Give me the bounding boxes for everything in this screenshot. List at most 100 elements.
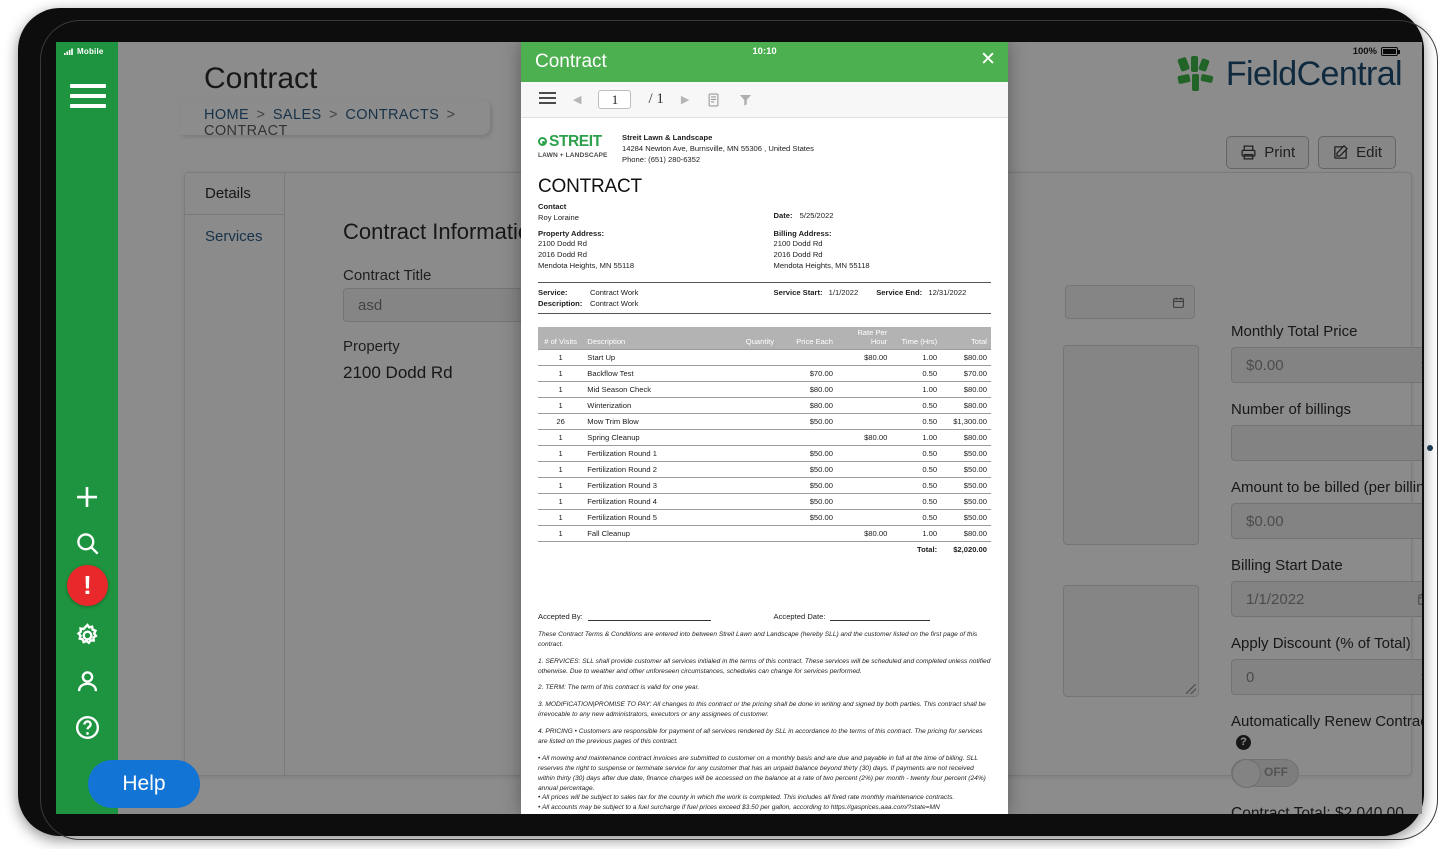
- terms-paragraph: 2. TERM: The term of this contract is va…: [538, 683, 991, 693]
- document-pages-icon[interactable]: [706, 92, 721, 108]
- cell-description: Fertilization Round 5: [583, 509, 719, 525]
- table-row: 1Fertilization Round 5$50.000.50$50.00: [538, 509, 991, 525]
- col-time-hrs: Time (Hrs): [891, 327, 941, 349]
- col-total: Total: [941, 327, 991, 349]
- table-row: 26Mow Trim Blow$50.000.50$1,300.00: [538, 413, 991, 429]
- user-icon: [74, 668, 101, 695]
- total-label: Total:: [891, 541, 941, 557]
- cell-visits: 1: [538, 429, 583, 445]
- service-start-value: 1/1/2022: [829, 288, 859, 297]
- cell-quantity: [719, 445, 778, 461]
- accepted-by-line[interactable]: [588, 613, 711, 621]
- menu-hamburger-icon[interactable]: [70, 84, 106, 110]
- cell-description: Mid Season Check: [583, 381, 719, 397]
- cell-rate-per-hour: [837, 413, 891, 429]
- cell-total: $80.00: [941, 381, 991, 397]
- alert-exclamation-icon: !: [83, 572, 92, 598]
- cell-quantity: [719, 525, 778, 541]
- company-phone: Phone: (651) 280-6352: [622, 154, 814, 165]
- cell-time-hrs: 0.50: [891, 397, 941, 413]
- cell-description: Fertilization Round 4: [583, 493, 719, 509]
- table-row: 1Start Up$80.001.00$80.00: [538, 349, 991, 365]
- table-row: 1Fertilization Round 3$50.000.50$50.00: [538, 477, 991, 493]
- sidebar-item-account[interactable]: [67, 661, 107, 701]
- cell-rate-per-hour: [837, 397, 891, 413]
- sidebar-item-help[interactable]: [67, 707, 107, 747]
- billing-address-line-3: Mendota Heights, MN 55118: [774, 261, 991, 272]
- cell-time-hrs: 0.50: [891, 445, 941, 461]
- pdf-document-scroll[interactable]: STREIT LAWN + LANDSCAPE Streit Lawn & La…: [521, 118, 1008, 814]
- terms-paragraph: These Contract Terms & Conditions are en…: [538, 630, 991, 650]
- table-row: 1Spring Cleanup$80.001.00$80.00: [538, 429, 991, 445]
- col-description: Description: [583, 327, 719, 349]
- cell-price-each: $80.00: [778, 381, 837, 397]
- cell-visits: 1: [538, 381, 583, 397]
- terms-paragraph: • Payments made via credit card that exc…: [538, 813, 991, 814]
- document-title: CONTRACT: [538, 176, 991, 198]
- table-row: 1Mid Season Check$80.001.00$80.00: [538, 381, 991, 397]
- terms-paragraph: • All prices will be subject to sales ta…: [538, 793, 991, 803]
- col-rate-per-hour: Rate Per Hour: [837, 327, 891, 349]
- cell-rate-per-hour: $80.00: [837, 525, 891, 541]
- billing-address-line-2: 2016 Dodd Rd: [774, 250, 991, 261]
- cell-description: Fertilization Round 1: [583, 445, 719, 461]
- table-row: 1Fall Cleanup$80.001.00$80.00: [538, 525, 991, 541]
- sidebar-toggle-icon[interactable]: [539, 92, 556, 107]
- filter-icon[interactable]: [738, 92, 753, 108]
- accepted-date-block: Accepted Date:: [774, 612, 991, 621]
- carrier-label: Mobile: [77, 47, 104, 56]
- cell-time-hrs: 1.00: [891, 349, 941, 365]
- sidebar-item-add[interactable]: [67, 477, 107, 517]
- document-letterhead: STREIT LAWN + LANDSCAPE Streit Lawn & La…: [538, 132, 991, 165]
- service-start-label: Service Start:: [774, 288, 823, 297]
- property-address-line-1: 2100 Dodd Rd: [538, 239, 774, 250]
- cell-price-each: $50.00: [778, 413, 837, 429]
- cell-rate-per-hour: [837, 493, 891, 509]
- service-value: Contract Work: [590, 288, 638, 297]
- cell-time-hrs: 0.50: [891, 461, 941, 477]
- cell-total: $80.00: [941, 525, 991, 541]
- cell-time-hrs: 0.50: [891, 509, 941, 525]
- carrier-status: Mobile: [64, 47, 104, 56]
- service-label: Service:: [538, 287, 590, 298]
- cell-total: $80.00: [941, 349, 991, 365]
- addresses-row: Property Address: 2100 Dodd Rd 2016 Dodd…: [538, 229, 991, 272]
- plus-icon: [72, 482, 102, 512]
- next-page-icon[interactable]: ▶: [681, 93, 689, 106]
- cell-description: Fertilization Round 3: [583, 477, 719, 493]
- page-number-input[interactable]: 1: [598, 90, 631, 109]
- terms-paragraph: 3. MODIFICATION|PROMISE TO PAY: All chan…: [538, 700, 991, 720]
- accepted-date-line[interactable]: [830, 613, 930, 621]
- cell-description: Spring Cleanup: [583, 429, 719, 445]
- contact-date-row: Contact Roy Loraine Date: 5/25/2022: [538, 202, 991, 224]
- signature-row: Accepted By: Accepted Date:: [538, 612, 991, 621]
- table-total-row: Total:$2,020.00: [538, 541, 991, 557]
- cell-rate-per-hour: [837, 445, 891, 461]
- cell-price-each: $50.00: [778, 477, 837, 493]
- line-items-header: # of Visits Description Quantity Price E…: [538, 327, 991, 349]
- help-floating-button[interactable]: Help: [88, 760, 200, 808]
- table-row: 1Winterization$80.000.50$80.00: [538, 397, 991, 413]
- cell-description: Fall Cleanup: [583, 525, 719, 541]
- cell-quantity: [719, 461, 778, 477]
- col-price-each: Price Each: [778, 327, 837, 349]
- cell-price-each: $80.00: [778, 397, 837, 413]
- sidebar-item-alerts[interactable]: !: [67, 565, 108, 606]
- close-icon[interactable]: ✕: [980, 50, 996, 69]
- gear-icon: [74, 622, 101, 649]
- cell-time-hrs: 1.00: [891, 525, 941, 541]
- accepted-by-block: Accepted By:: [538, 612, 774, 621]
- accepted-by-label: Accepted By:: [538, 612, 583, 621]
- pdf-viewer-toolbar: ◀ 1 / 1 ▶: [521, 82, 1008, 118]
- sidebar-item-search[interactable]: [67, 523, 107, 563]
- contact-name: Roy Loraine: [538, 213, 774, 224]
- cell-description: Start Up: [583, 349, 719, 365]
- streit-logo-tagline: LAWN + LANDSCAPE: [538, 152, 610, 159]
- previous-page-icon[interactable]: ◀: [573, 93, 581, 106]
- question-icon: [74, 714, 101, 741]
- page-count-label: / 1: [648, 91, 663, 108]
- cell-visits: 1: [538, 477, 583, 493]
- sidebar-item-settings[interactable]: [67, 615, 107, 655]
- terms-paragraph: 4. PRICING • Customers are responsible f…: [538, 727, 991, 747]
- cell-time-hrs: 0.50: [891, 413, 941, 429]
